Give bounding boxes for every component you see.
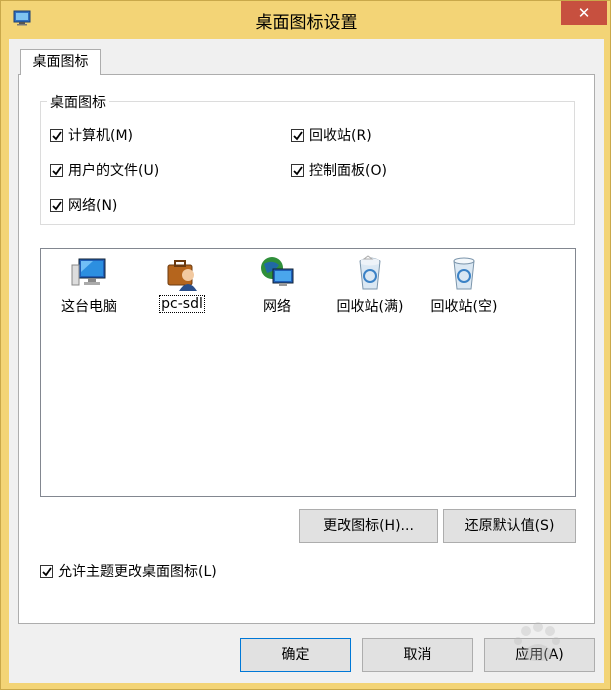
recycle-bin-empty-icon xyxy=(453,257,475,290)
checkbox-box[interactable] xyxy=(40,564,53,578)
close-icon: ✕ xyxy=(577,4,591,22)
checkbox-label: 网络(N) xyxy=(68,198,118,214)
checkbox-box[interactable] xyxy=(291,128,304,142)
user-folder-icon xyxy=(167,260,197,291)
desktop-icons-group: 桌面图标 计算机(M) 回收站(R) 用户的文件(U) 控制面板(O) 网络(N… xyxy=(40,92,575,225)
title-bar[interactable]: 桌面图标设置 ✕ xyxy=(1,1,611,39)
list-item-label: 回收站(空) xyxy=(430,299,498,315)
list-item-label: 回收站(满) xyxy=(336,299,404,315)
checkbox-control-panel[interactable]: 控制面板(O) xyxy=(291,160,387,180)
recycle-bin-full-icon xyxy=(359,255,381,290)
list-item-recycle-bin-empty[interactable]: 回收站(空) xyxy=(419,249,509,321)
checkbox-box[interactable] xyxy=(50,128,63,142)
checkbox-allow-themes[interactable]: 允许主题更改桌面图标(L) xyxy=(40,561,217,581)
list-item-recycle-bin-full[interactable]: 回收站(满) xyxy=(325,249,415,321)
checkbox-box[interactable] xyxy=(291,163,304,177)
checkbox-user-files[interactable]: 用户的文件(U) xyxy=(50,160,159,180)
list-item-this-pc[interactable]: 这台电脑 xyxy=(44,249,134,321)
checkbox-label: 用户的文件(U) xyxy=(68,163,160,179)
close-button[interactable]: ✕ xyxy=(561,1,607,25)
checkbox-label: 回收站(R) xyxy=(309,128,372,144)
cancel-button[interactable]: 取消 xyxy=(362,638,473,672)
checkmark-icon xyxy=(52,165,62,175)
list-item-label: pc-sdl xyxy=(159,295,205,313)
checkbox-box[interactable] xyxy=(50,163,63,177)
apply-button[interactable]: 应用(A) xyxy=(484,638,595,672)
tab-panel: 桌面图标 计算机(M) 回收站(R) 用户的文件(U) 控制面板(O) 网络(N… xyxy=(18,74,595,624)
checkmark-icon xyxy=(52,130,62,140)
computer-icon xyxy=(71,258,106,286)
restore-default-button[interactable]: 还原默认值(S) xyxy=(443,509,576,543)
checkbox-network[interactable]: 网络(N) xyxy=(50,195,117,215)
ok-button[interactable]: 确定 xyxy=(240,638,351,672)
checkmark-icon xyxy=(293,165,303,175)
dialog-client-area: 桌面图标 桌面图标 计算机(M) 回收站(R) 用户的文件(U) 控制面板(O)… xyxy=(9,39,604,683)
change-icon-button[interactable]: 更改图标(H)... xyxy=(299,509,438,543)
desktop-icon-list[interactable]: 这台电脑 pc-sdl 网络 回收站(满) 回收站(空) xyxy=(40,248,576,497)
network-icon xyxy=(261,257,294,286)
list-item-user-folder[interactable]: pc-sdl xyxy=(137,249,227,321)
checkbox-label: 计算机(M) xyxy=(68,128,134,144)
checkbox-label: 控制面板(O) xyxy=(309,163,387,179)
checkmark-icon xyxy=(52,200,62,210)
checkbox-label: 允许主题更改桌面图标(L) xyxy=(58,564,217,580)
checkbox-box[interactable] xyxy=(50,198,63,212)
list-item-label: 网络 xyxy=(263,299,291,315)
dialog-window: 桌面图标设置 ✕ 桌面图标 桌面图标 计算机(M) 回收站(R) 用户的文件(U… xyxy=(0,0,611,690)
checkmark-icon xyxy=(293,130,303,140)
checkbox-recycle-bin[interactable]: 回收站(R) xyxy=(291,125,372,145)
checkbox-computer[interactable]: 计算机(M) xyxy=(50,125,133,145)
group-legend: 桌面图标 xyxy=(47,92,109,112)
window-title: 桌面图标设置 xyxy=(255,13,358,33)
checkmark-icon xyxy=(42,566,52,576)
list-item-label: 这台电脑 xyxy=(61,299,117,315)
list-item-network[interactable]: 网络 xyxy=(232,249,322,321)
tab-desktop-icons[interactable]: 桌面图标 xyxy=(20,49,101,75)
